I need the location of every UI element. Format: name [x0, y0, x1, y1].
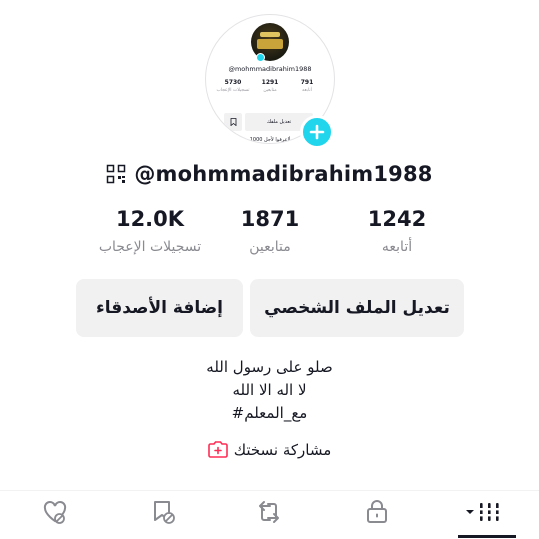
stat-likes: 12.0K تسجيلات الإعجاب: [85, 207, 215, 255]
add-avatar-plus-button[interactable]: [300, 115, 334, 149]
mini-stat-followers: 1291 متابعين: [261, 79, 279, 93]
mini-stat-following: 791 أتابعه: [300, 79, 314, 93]
saved-hidden-icon: [154, 501, 175, 524]
tab-reposts[interactable]: [249, 497, 289, 527]
share-copy-row[interactable]: مشاركة نسختك: [0, 441, 539, 459]
active-tab-indicator: [458, 535, 516, 538]
following-label: أتابعه: [381, 239, 413, 255]
profile-tabs: [0, 490, 539, 539]
profile-bio: صلو على رسول الله لا اله الا الله #مع_ال…: [0, 356, 539, 425]
followers-label: متابعين: [249, 239, 291, 255]
edit-profile-button[interactable]: تعديل الملف الشخصي: [250, 279, 464, 337]
tab-videos[interactable]: [458, 497, 510, 527]
share-copy-label: مشاركة نسختك: [233, 441, 332, 459]
repost-icon: [259, 501, 279, 523]
mini-username: @mohmmadibrahim1988: [228, 65, 312, 73]
bio-hashtag[interactable]: #مع_المعلم: [0, 402, 539, 425]
likes-count: 12.0K: [115, 207, 185, 231]
tab-liked[interactable]: [35, 497, 75, 527]
tab-saved[interactable]: [143, 497, 183, 527]
videos-grid-icon: [466, 503, 500, 521]
liked-hidden-icon: [43, 501, 67, 524]
stat-following[interactable]: 1242 أتابعه: [332, 207, 462, 255]
username: @mohmmadibrahim1988: [134, 162, 433, 186]
followers-count: 1871: [240, 207, 300, 231]
profile-stats: 12.0K تسجيلات الإعجاب 1871 متابعين 1242 …: [0, 207, 539, 267]
stat-followers[interactable]: 1871 متابعين: [205, 207, 335, 255]
following-count: 1242: [367, 207, 427, 231]
mini-stats: 5730 تسجيلات الإعجاب 1291 متابعين 791 أت…: [216, 79, 324, 93]
mini-stat-likes: 5730 تسجيلات الإعجاب: [216, 79, 250, 93]
qr-code-icon[interactable]: [106, 164, 126, 184]
plus-icon: [309, 124, 325, 140]
tab-private[interactable]: [357, 497, 397, 527]
share-plus-icon: [207, 441, 228, 458]
bio-line: لا اله الا الله: [232, 381, 307, 399]
username-row: @mohmmadibrahim1988: [0, 158, 539, 190]
bio-line: صلو على رسول الله: [206, 358, 333, 376]
add-friends-button[interactable]: إضافة الأصدقاء: [76, 279, 243, 337]
mini-bookmark-icon: [224, 113, 242, 131]
lock-icon: [367, 500, 387, 523]
mini-badge-icon: [256, 53, 265, 62]
likes-label: تسجيلات الإعجاب: [98, 239, 202, 255]
